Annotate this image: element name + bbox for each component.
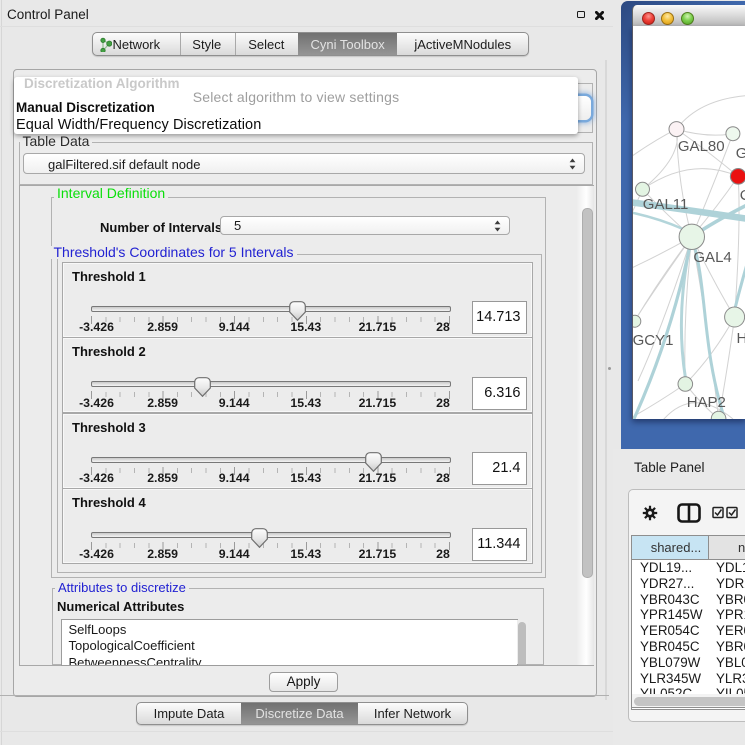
svg-text:GCY1: GCY1 [633,332,673,349]
svg-text:HAP2: HAP2 [687,394,726,411]
svg-text:GAL4: GAL4 [693,249,731,266]
svg-text:C: C [740,187,745,204]
svg-text:GAL80: GAL80 [678,138,725,155]
svg-text:H: H [737,330,745,347]
svg-text:GA: GA [736,145,745,162]
svg-text:GAL11: GAL11 [643,196,689,213]
